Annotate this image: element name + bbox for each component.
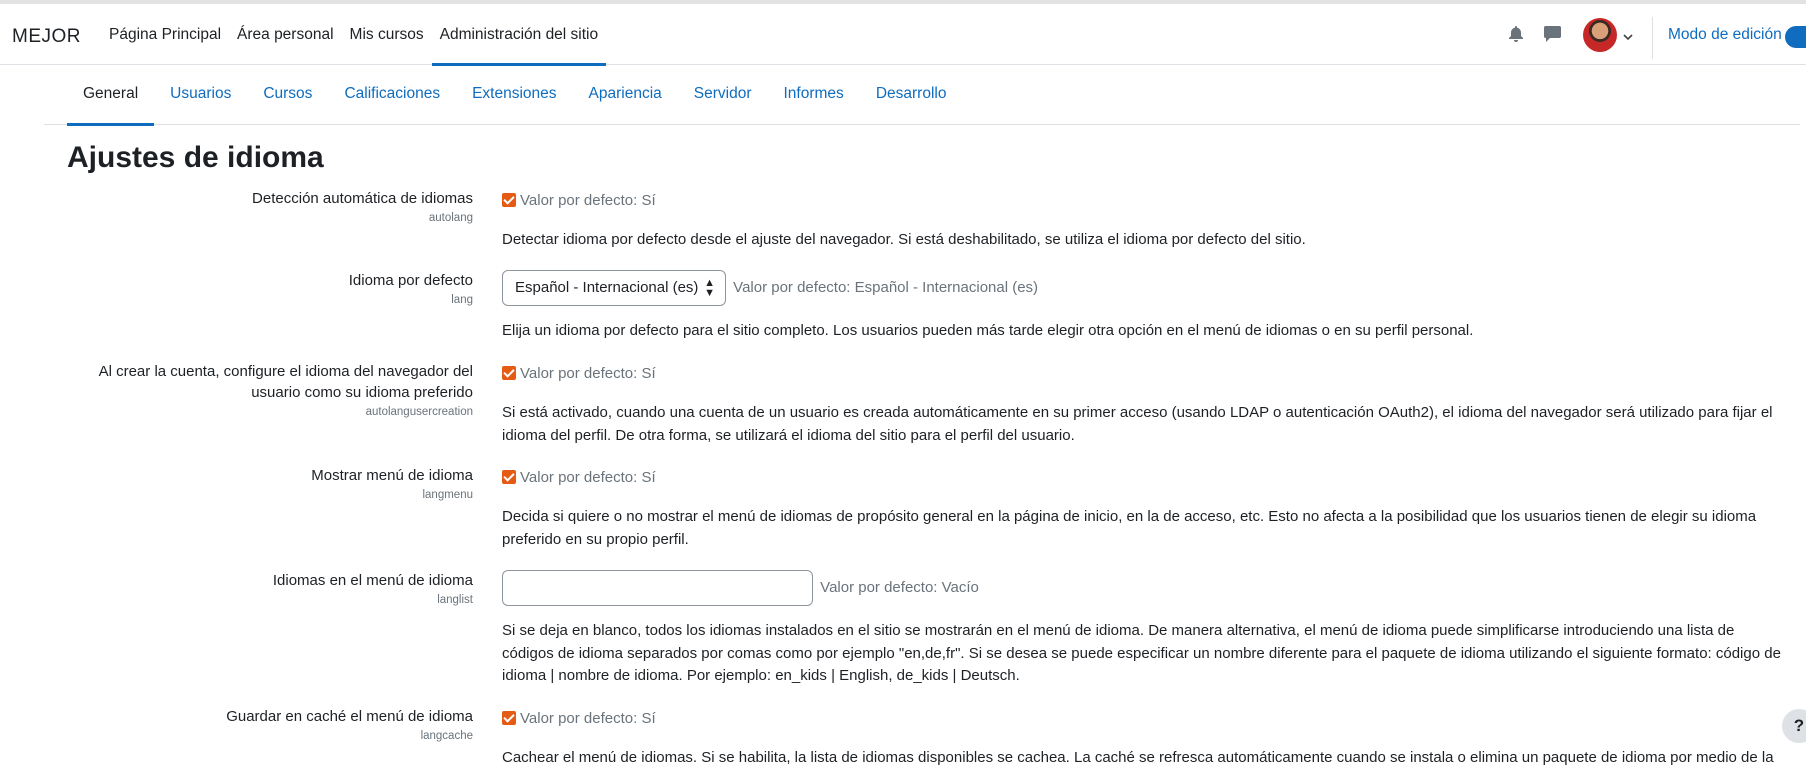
default-value: Valor por defecto: Vacío <box>820 578 979 596</box>
setting-key: autolang <box>428 212 473 224</box>
setting-key: lang <box>451 294 473 306</box>
setting-title: Idioma por defecto <box>348 272 473 289</box>
setting-key: langmenu <box>422 489 473 501</box>
bell-icon[interactable] <box>1509 26 1523 46</box>
langcache-field: Valor por defecto: Sí <box>502 710 656 727</box>
setting-label: Idiomas en el menú de idioma langlist <box>53 570 473 607</box>
tab-development[interactable]: Desarrollo <box>860 65 963 125</box>
tab-plugins[interactable]: Extensiones <box>456 65 572 125</box>
setting-key: langcache <box>420 730 473 742</box>
edit-mode-label: Modo de edición <box>1668 26 1782 43</box>
default-value: Valor por defecto: Sí <box>520 192 656 209</box>
user-avatar[interactable] <box>1583 18 1617 52</box>
edit-mode-toggle[interactable] <box>1785 26 1806 48</box>
default-value: Valor por defecto: Sí <box>520 365 656 382</box>
messages-icon[interactable] <box>1544 26 1561 46</box>
nav-home[interactable]: Página Principal <box>101 4 229 65</box>
langmenu-checkbox[interactable] <box>502 470 516 484</box>
autolang-checkbox[interactable] <box>502 193 516 207</box>
tab-grades[interactable]: Calificaciones <box>328 65 456 125</box>
setting-title: Detección automática de idiomas <box>252 190 473 207</box>
setting-key: autolangusercreation <box>365 406 473 418</box>
setting-title: Guardar en caché el menú de idioma <box>226 708 473 725</box>
setting-description: Si está activado, cuando una cuenta de u… <box>502 404 1773 444</box>
lang-field: Español - Internacional (es) ▲ ▼ Valor po… <box>502 270 1038 306</box>
setting-description: Detectar idioma por defecto desde el aju… <box>502 231 1306 248</box>
default-value: Valor por defecto: Español - Internacion… <box>733 278 1039 296</box>
setting-label: Guardar en caché el menú de idioma langc… <box>53 706 473 743</box>
nav-my-courses[interactable]: Mis cursos <box>342 4 432 65</box>
setting-title: Mostrar menú de idioma <box>311 467 473 484</box>
setting-label: Mostrar menú de idioma langmenu <box>53 465 473 502</box>
langlist-field: Valor por defecto: Vacío <box>502 570 979 606</box>
default-value: Valor por defecto: Sí <box>520 710 656 727</box>
nav-site-administration[interactable]: Administración del sitio <box>431 4 607 66</box>
nav-dashboard[interactable]: Área personal <box>229 4 342 65</box>
navbar-divider <box>1652 17 1653 59</box>
top-navbar: MEJOR Página Principal Área personal Mis… <box>0 0 1806 66</box>
tab-courses[interactable]: Cursos <box>247 65 328 125</box>
setting-description: Decida si quiere o no mostrar el menú de… <box>502 508 1757 548</box>
chevron-down-icon[interactable] <box>1623 28 1633 45</box>
setting-title: Idiomas en el menú de idioma <box>272 572 473 589</box>
setting-key: langlist <box>437 594 473 606</box>
tab-server[interactable]: Servidor <box>678 65 768 125</box>
setting-title: Al crear la cuenta, configure el idioma … <box>98 363 473 401</box>
tab-reports[interactable]: Informes <box>768 65 860 125</box>
langlist-input[interactable] <box>502 570 813 606</box>
autolangusercreation-field: Valor por defecto: Sí <box>502 365 656 382</box>
setting-description: Elija un idioma por defecto para el siti… <box>502 322 1474 339</box>
tab-general[interactable]: General <box>67 65 155 126</box>
help-button[interactable]: ? <box>1782 709 1806 743</box>
select-arrows-icon: ▲ ▼ <box>704 277 715 299</box>
setting-label: Detección automática de idiomas autolang <box>53 188 473 225</box>
setting-description: Cachear el menú de idiomas. Si se habili… <box>502 749 1774 766</box>
tab-users[interactable]: Usuarios <box>154 65 247 125</box>
secondary-navigation: General Usuarios Cursos Calificaciones E… <box>44 65 1800 126</box>
autolangusercreation-checkbox[interactable] <box>502 366 516 380</box>
langcache-checkbox[interactable] <box>502 711 516 725</box>
default-value: Valor por defecto: Sí <box>520 469 656 486</box>
primary-navigation: Página Principal Área personal Mis curso… <box>101 4 607 66</box>
page-title: Ajustes de idioma <box>67 141 324 174</box>
setting-description: Si se deja en blanco, todos los idiomas … <box>502 622 1781 684</box>
autolang-field: Valor por defecto: Sí <box>502 192 656 209</box>
site-brand[interactable]: MEJOR <box>12 26 81 48</box>
tab-appearance[interactable]: Apariencia <box>573 65 678 125</box>
setting-label: Idioma por defecto lang <box>53 270 473 307</box>
language-select[interactable]: Español - Internacional (es) ▲ ▼ <box>502 270 726 306</box>
select-value: Español - Internacional (es) <box>515 279 699 296</box>
langmenu-field: Valor por defecto: Sí <box>502 469 656 486</box>
setting-label: Al crear la cuenta, configure el idioma … <box>53 361 473 419</box>
